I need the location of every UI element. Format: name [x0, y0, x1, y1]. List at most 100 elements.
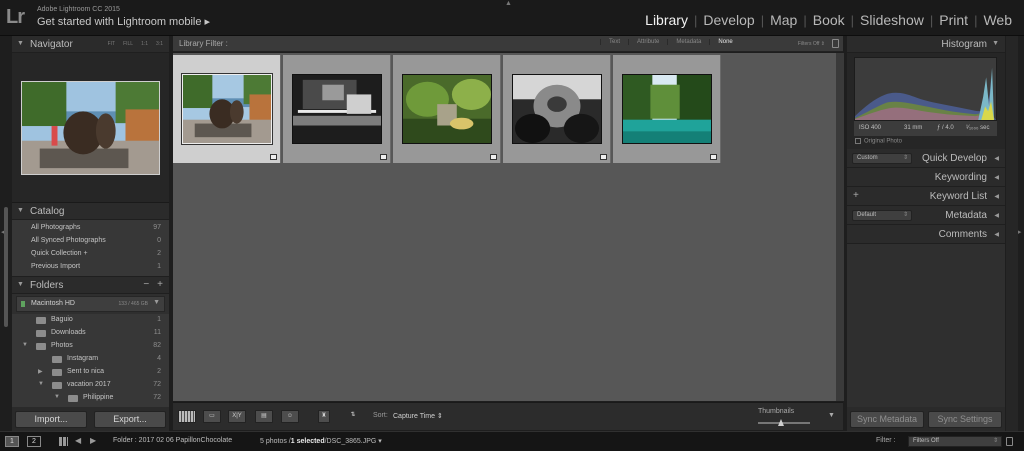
forward-arrow-icon[interactable]: ▶: [90, 436, 96, 445]
disclosure-triangle-icon[interactable]: ▼: [54, 394, 60, 400]
folder-item-instagram[interactable]: Instagram 4: [12, 353, 169, 366]
secondary-screen-button[interactable]: 2: [27, 436, 41, 447]
iso-value: ISO 400: [859, 125, 882, 131]
histogram-graph[interactable]: [854, 57, 997, 121]
thumbnail-photo-river-palms[interactable]: [622, 74, 712, 144]
thumbnail-grid: [173, 53, 836, 401]
sync-settings-button[interactable]: Sync Settings: [928, 411, 1002, 428]
thumbnail-photo-statues[interactable]: [181, 73, 273, 145]
import-button[interactable]: Import...: [15, 411, 87, 428]
folder-count: 11: [153, 329, 161, 336]
survey-view-button[interactable]: ▤: [255, 410, 273, 423]
zoom-1-1[interactable]: 1:1: [141, 41, 148, 47]
grid-cell[interactable]: [503, 55, 611, 163]
checkbox-icon: [855, 138, 861, 144]
disclosure-triangle-icon[interactable]: ▼: [22, 342, 28, 348]
histogram-header[interactable]: Histogram ▼: [847, 36, 1005, 53]
toolbar-menu-icon[interactable]: ▼: [828, 412, 835, 419]
collapse-triangle-icon: ▼: [17, 207, 24, 214]
filmstrip-filter-select[interactable]: Filters Off: [908, 436, 1002, 447]
navigator-preview-image[interactable]: [21, 80, 160, 175]
add-folder-button[interactable]: +: [157, 279, 163, 290]
filter-tab-attribute[interactable]: Attribute: [628, 39, 667, 45]
edit-badge-icon: [600, 154, 607, 160]
zoom-3-1[interactable]: 3:1: [156, 41, 163, 47]
left-panel-scrollbar[interactable]: [4, 207, 8, 327]
folder-item-downloads[interactable]: Downloads 11: [12, 327, 169, 340]
catalog-item-quick-collection[interactable]: Quick Collection + 2: [12, 248, 169, 261]
catalog-header[interactable]: ▼ Catalog: [12, 203, 169, 220]
navigator-header[interactable]: ▼ Navigator FIT FILL 1:1 3:1: [12, 36, 169, 53]
keyword-list-header[interactable]: + Keyword List ◀: [847, 187, 1005, 206]
folder-item-philippine[interactable]: ▼ Philippine 72: [12, 392, 169, 405]
module-book[interactable]: Book: [807, 12, 851, 28]
filter-tab-text[interactable]: Text: [600, 39, 628, 45]
folder-item-vacation-2017[interactable]: ▼ vacation 2017 72: [12, 379, 169, 392]
filter-tab-metadata[interactable]: Metadata: [667, 39, 709, 45]
disclosure-triangle-icon[interactable]: ▼: [38, 381, 44, 387]
lock-icon[interactable]: [832, 39, 839, 48]
catalog-item-all-synced[interactable]: All Synced Photographs 0: [12, 235, 169, 248]
photo-selection-count[interactable]: 5 photos /1 selected/DSC_3865.JPG ▾: [260, 437, 382, 445]
module-develop[interactable]: Develop: [697, 12, 760, 28]
metadata-preset-select[interactable]: Default: [852, 210, 912, 221]
people-view-button[interactable]: ☺: [281, 410, 299, 423]
comments-header[interactable]: Comments ◀: [847, 225, 1005, 244]
folder-name: Sent to nica: [67, 368, 104, 375]
right-panel-scrollbar[interactable]: [1006, 36, 1018, 431]
grid-cell[interactable]: [393, 55, 501, 163]
filter-preset-select[interactable]: Filters Off ⇕: [798, 41, 825, 47]
module-print[interactable]: Print: [933, 12, 974, 28]
compare-view-button[interactable]: X|Y: [228, 410, 246, 423]
disclosure-triangle-icon[interactable]: ▶: [38, 368, 43, 375]
folder-item-photos[interactable]: ▼ Photos 82: [12, 340, 169, 353]
original-photo-checkbox[interactable]: Original Photo: [855, 138, 902, 145]
module-library[interactable]: Library: [639, 12, 694, 28]
grid-cell[interactable]: [613, 55, 721, 163]
filter-tab-none[interactable]: None: [709, 39, 740, 45]
grid-cell[interactable]: [173, 55, 281, 163]
module-web[interactable]: Web: [977, 12, 1018, 28]
folder-item-baguio[interactable]: Baguio 1: [12, 314, 169, 327]
sort-select[interactable]: Capture Time ⇕: [393, 412, 443, 420]
grid-view-button[interactable]: [178, 410, 196, 423]
folders-header[interactable]: ▼ Folders − +: [12, 277, 169, 294]
grid-cell[interactable]: [283, 55, 391, 163]
volume-menu-icon[interactable]: ▼: [153, 299, 160, 306]
module-map[interactable]: Map: [764, 12, 803, 28]
sync-metadata-button[interactable]: Sync Metadata: [850, 411, 924, 428]
grid-scrollbar[interactable]: [836, 53, 844, 401]
primary-screen-button[interactable]: 1: [5, 436, 19, 447]
thumbnail-photo-garden[interactable]: [402, 74, 492, 144]
catalog-item-all-photographs[interactable]: All Photographs 97: [12, 222, 169, 235]
module-slideshow[interactable]: Slideshow: [854, 12, 930, 28]
catalog-item-count: 97: [153, 224, 161, 231]
zoom-fit[interactable]: FIT: [108, 41, 116, 47]
metadata-header[interactable]: Default Metadata ◀: [847, 206, 1005, 225]
identity-plate-link[interactable]: Get started with Lightroom mobile ▸: [37, 15, 210, 28]
quick-develop-preset-select[interactable]: Custom: [852, 153, 912, 164]
remove-folder-button[interactable]: −: [143, 279, 149, 290]
thumbnail-size-slider[interactable]: [758, 422, 810, 424]
lock-icon[interactable]: [1006, 437, 1013, 446]
spray-can-icon[interactable]: ♜: [318, 410, 330, 423]
sort-direction-icon[interactable]: ⇅: [345, 410, 361, 423]
keywording-header[interactable]: Keywording ◀: [847, 168, 1005, 187]
folders-title: Folders: [30, 280, 64, 291]
add-keyword-button[interactable]: +: [853, 190, 859, 201]
volume-macintosh-hd[interactable]: Macintosh HD 133 / 465 GB ▼: [16, 296, 165, 312]
export-button[interactable]: Export...: [94, 411, 166, 428]
loupe-view-button[interactable]: ▭: [203, 410, 221, 423]
thumbnail-photo-candles-bw[interactable]: [292, 74, 382, 144]
quick-develop-header[interactable]: Custom Quick Develop ◀: [847, 149, 1005, 168]
back-arrow-icon[interactable]: ◀: [75, 436, 81, 445]
lightroom-logo: Lr: [6, 6, 25, 28]
thumbnail-photo-dog-bw[interactable]: [512, 74, 602, 144]
folder-item-sent-to-nica[interactable]: ▶ Sent to nica 2: [12, 366, 169, 379]
top-panel-toggle-icon[interactable]: ▲: [505, 0, 512, 7]
current-folder-path[interactable]: Folder : 2017 02 06 PapillonChocolate: [113, 437, 232, 444]
grid-icon[interactable]: [59, 437, 68, 446]
zoom-fill[interactable]: FILL: [123, 41, 133, 47]
catalog-item-previous-import[interactable]: Previous Import 1: [12, 261, 169, 274]
catalog-item-label: All Photographs: [31, 224, 81, 231]
